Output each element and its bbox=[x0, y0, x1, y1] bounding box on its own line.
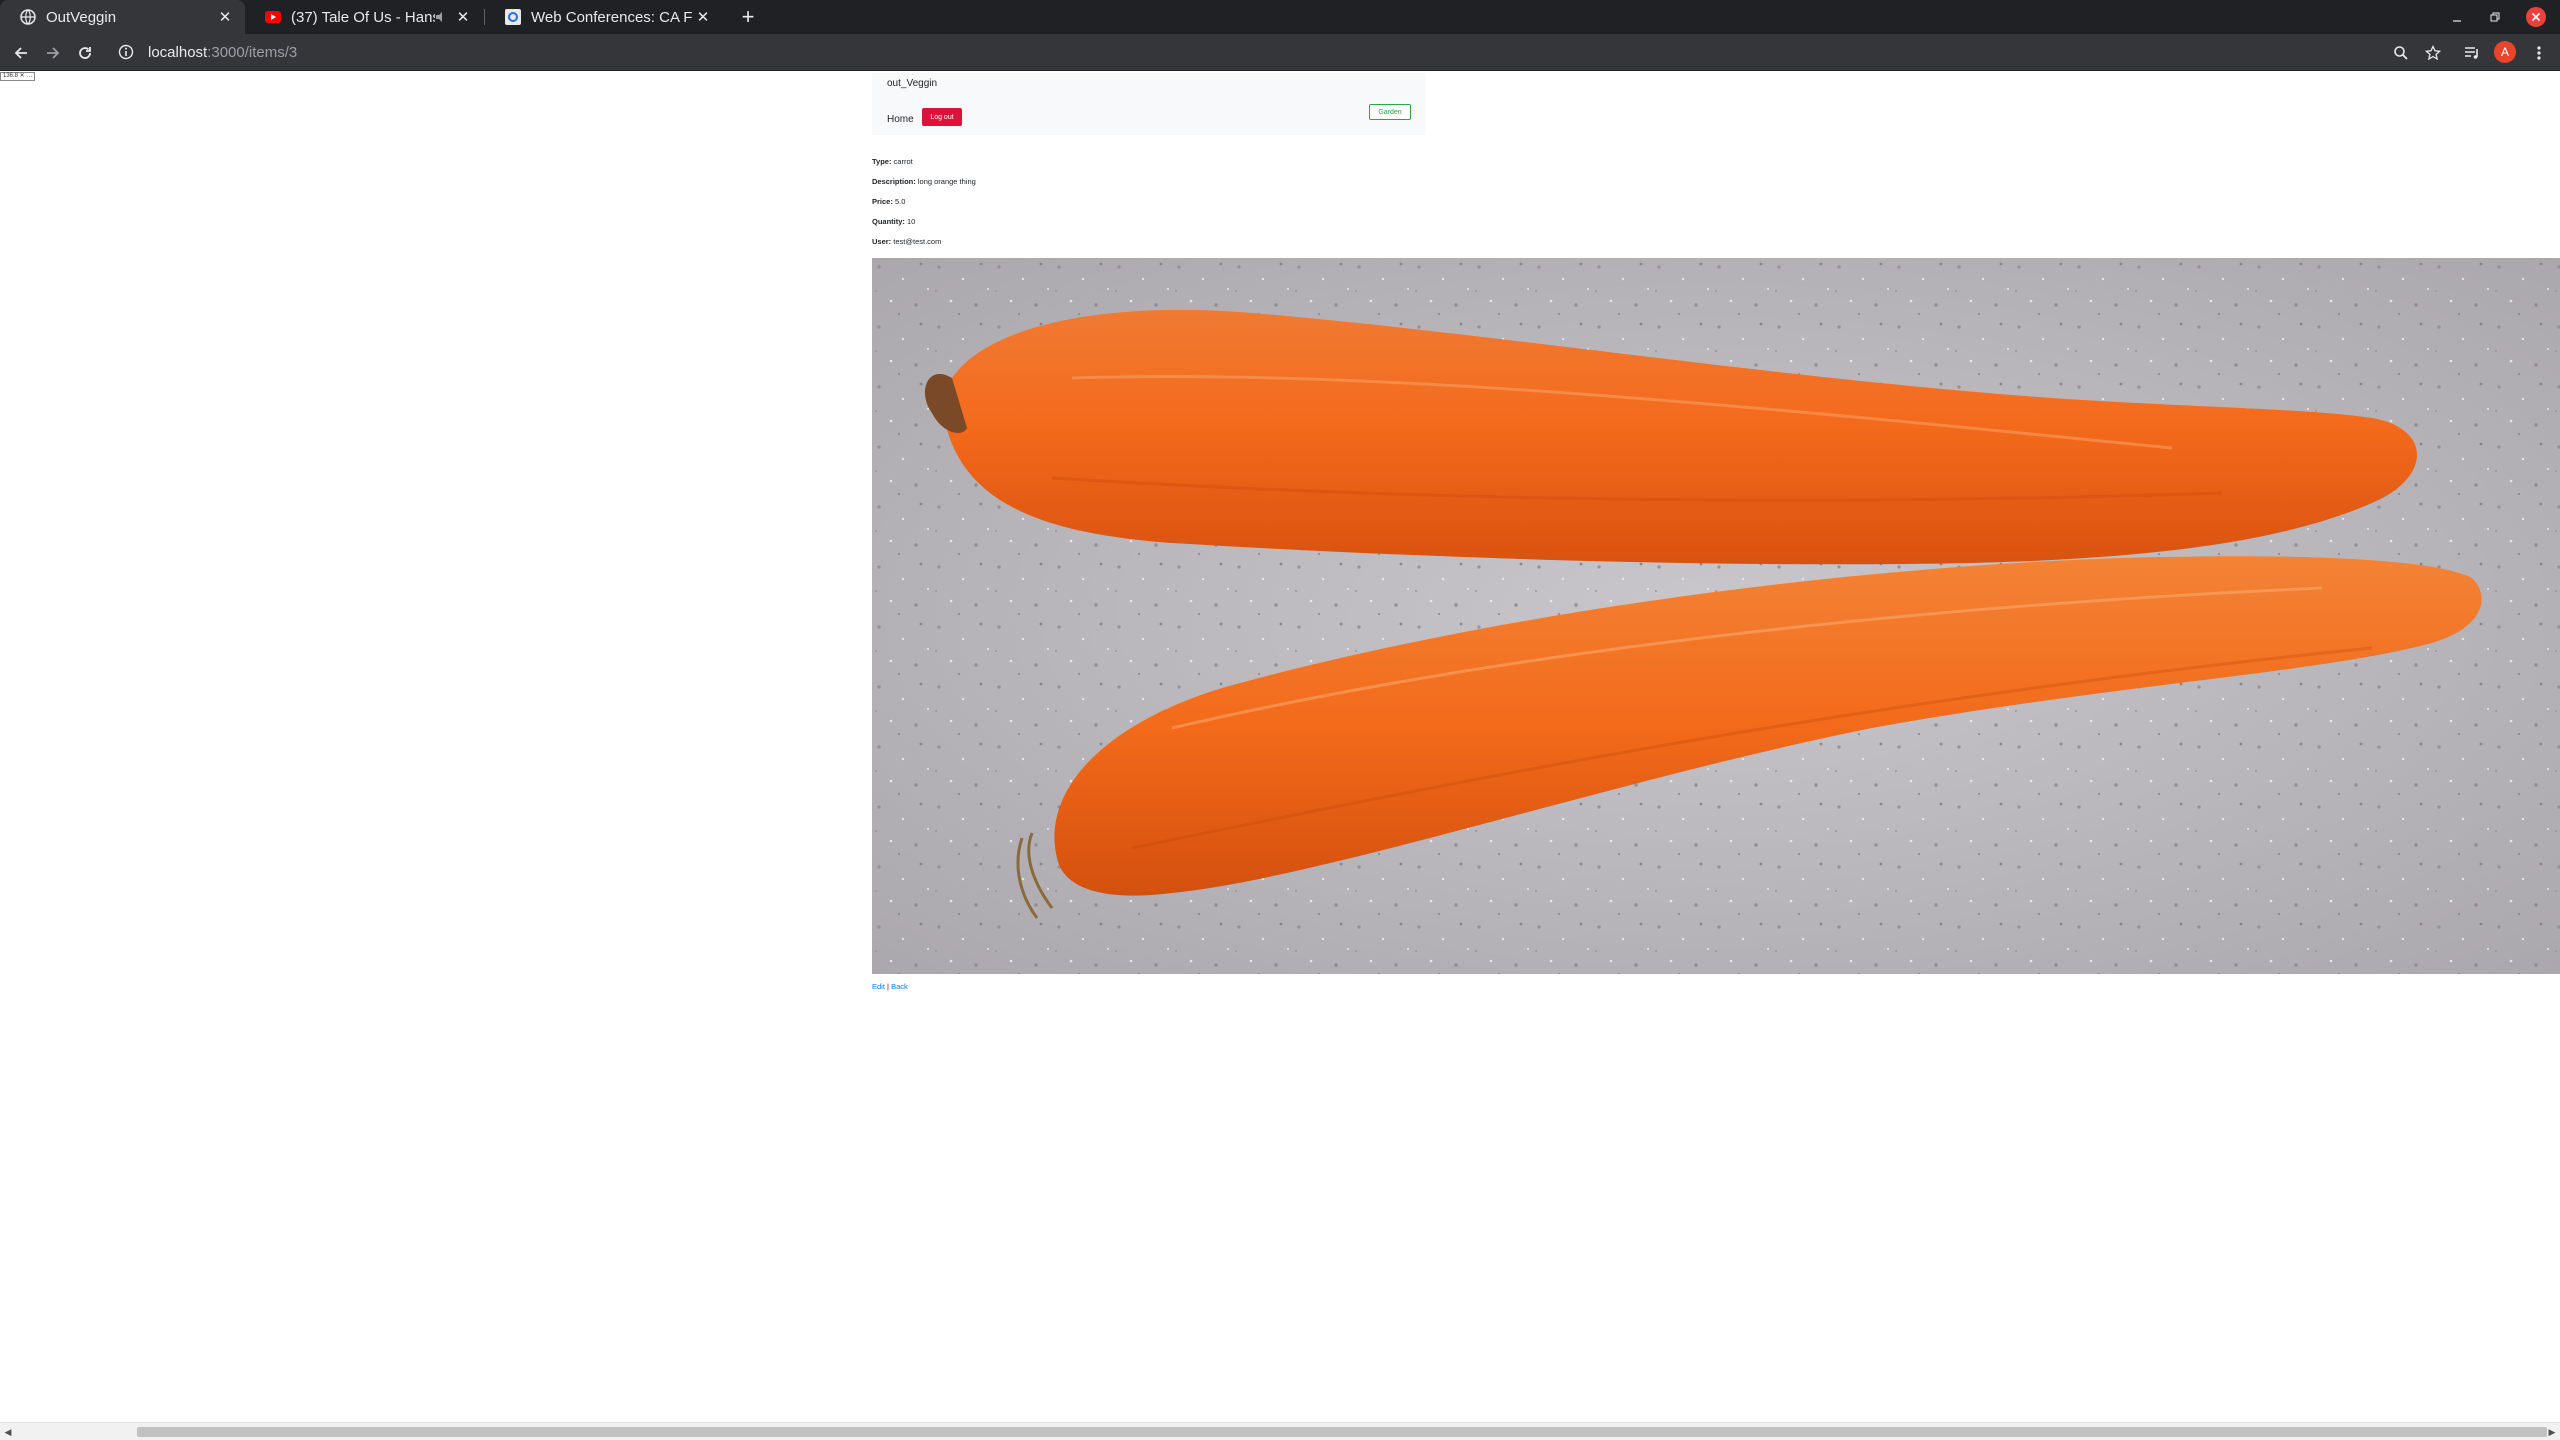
field-price: Price: 5.0 bbox=[872, 197, 905, 206]
address-bar[interactable]: localhost:3000/items/3 bbox=[110, 37, 2400, 67]
field-value: 10 bbox=[907, 217, 916, 226]
canvas-icon bbox=[505, 9, 521, 25]
field-value: 5.0 bbox=[894, 197, 906, 206]
field-label: Type: bbox=[872, 157, 892, 166]
dev-overlay-tag: 136.8 ✕ … bbox=[0, 72, 36, 81]
app-navbar: out_Veggin Home Log out Garden bbox=[872, 73, 1426, 135]
tab-title: OutVeggin bbox=[46, 8, 117, 26]
forward-button[interactable] bbox=[40, 40, 66, 66]
field-label: Quantity: bbox=[872, 217, 905, 226]
field-label: Description: bbox=[872, 177, 916, 186]
back-button[interactable] bbox=[8, 40, 34, 66]
field-label: User: bbox=[872, 237, 892, 246]
horizontal-scrollbar[interactable]: ◀ ▶ bbox=[0, 1422, 2560, 1440]
garden-button[interactable]: Garden bbox=[1369, 104, 1411, 120]
url-path: :3000/items/3 bbox=[207, 43, 298, 61]
tab-outveggin[interactable]: OutVeggin ✕ bbox=[0, 0, 245, 34]
close-window-button[interactable] bbox=[2524, 0, 2548, 34]
more-menu-icon[interactable] bbox=[2526, 40, 2552, 66]
tab-youtube[interactable]: (37) Tale Of Us - Hans Z ✕ bbox=[245, 0, 483, 34]
tab-close-icon[interactable]: ✕ bbox=[693, 7, 713, 27]
bookmark-star-icon[interactable] bbox=[2420, 40, 2446, 66]
field-value: carrot bbox=[893, 157, 913, 166]
url-host: localhost bbox=[148, 43, 208, 61]
scrollbar-thumb[interactable] bbox=[137, 1427, 2547, 1437]
minimize-button[interactable] bbox=[2442, 0, 2472, 34]
profile-avatar[interactable]: A bbox=[2494, 41, 2516, 63]
logout-button[interactable]: Log out bbox=[922, 108, 962, 126]
tab-strip: OutVeggin ✕ (37) Tale Of Us - Hans Z ✕ W… bbox=[0, 0, 2560, 34]
item-image-carrots bbox=[872, 258, 2560, 974]
scroll-left-icon[interactable]: ◀ bbox=[2, 1426, 14, 1438]
youtube-icon bbox=[265, 9, 281, 25]
home-link[interactable]: Home bbox=[887, 114, 914, 125]
tab-close-icon[interactable]: ✕ bbox=[453, 7, 473, 27]
field-quantity: Quantity: 10 bbox=[872, 217, 915, 226]
link-separator: | bbox=[887, 982, 889, 991]
page-viewport: 136.8 ✕ … out_Veggin Home Log out Garden… bbox=[0, 72, 2560, 1422]
reload-button[interactable] bbox=[72, 40, 98, 66]
field-label: Price: bbox=[872, 197, 893, 206]
field-type: Type: carrot bbox=[872, 157, 913, 166]
info-icon[interactable] bbox=[116, 42, 136, 62]
scroll-right-icon[interactable]: ▶ bbox=[2546, 1426, 2558, 1438]
field-description: Description: long orange thing bbox=[872, 177, 976, 186]
field-value: long orange thing bbox=[917, 177, 976, 186]
item-actions: Edit | Back bbox=[872, 982, 908, 991]
edit-link[interactable]: Edit bbox=[872, 982, 885, 991]
tab-title: Web Conferences: CA Fle bbox=[531, 8, 693, 26]
field-user: User: test@test.com bbox=[872, 237, 941, 246]
tab-web-conferences[interactable]: Web Conferences: CA Fle ✕ bbox=[485, 0, 723, 34]
media-queue-icon[interactable] bbox=[2459, 40, 2485, 66]
tab-close-icon[interactable]: ✕ bbox=[215, 7, 235, 27]
new-tab-button[interactable]: + bbox=[735, 4, 761, 30]
browser-toolbar: localhost:3000/items/3 A bbox=[0, 34, 2560, 71]
zoom-icon[interactable] bbox=[2388, 40, 2414, 66]
tab-title: (37) Tale Of Us - Hans Z bbox=[291, 8, 435, 26]
brand-title[interactable]: out_Veggin bbox=[887, 78, 937, 89]
field-value: test@test.com bbox=[893, 237, 942, 246]
url-text: localhost:3000/items/3 bbox=[148, 44, 297, 61]
back-link[interactable]: Back bbox=[891, 982, 908, 991]
speaker-icon[interactable] bbox=[435, 11, 447, 23]
globe-icon bbox=[20, 9, 36, 25]
restore-button[interactable] bbox=[2480, 0, 2510, 34]
